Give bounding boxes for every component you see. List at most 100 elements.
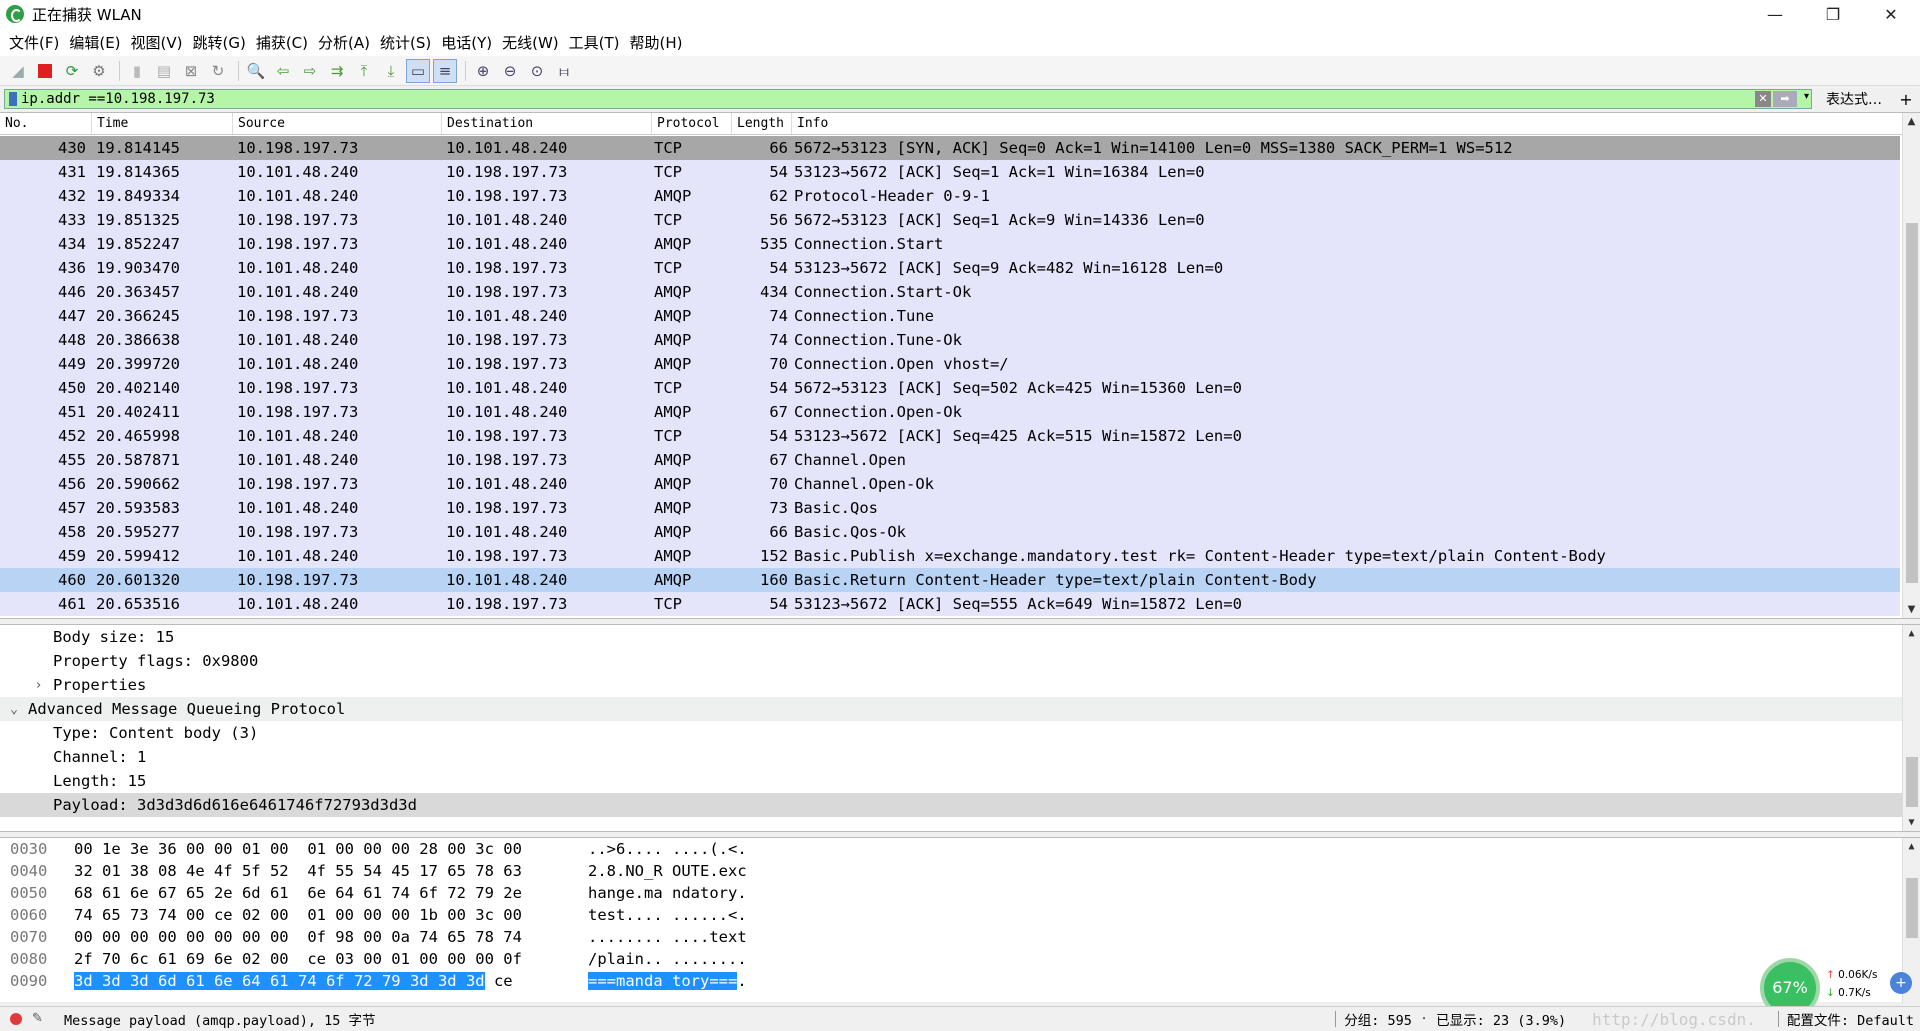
packet-row[interactable]: 460 20.601320 10.198.197.73 10.101.48.240 AM… (0, 568, 1900, 592)
packet-row[interactable]: 433 19.851325 10.198.197.73 10.101.48.240 TC… (0, 208, 1900, 232)
scroll-thumb[interactable] (1906, 757, 1918, 807)
ascii-group-b[interactable]: ....text (672, 928, 747, 946)
detail-tree-item[interactable]: Type: Content body (3) (0, 721, 1920, 745)
zoom-out-icon[interactable]: ⊖ (498, 59, 522, 83)
packet-row[interactable]: 446 20.363457 10.101.48.240 10.198.197.73 AM… (0, 280, 1900, 304)
expert-info-icon[interactable] (10, 1012, 22, 1025)
ascii-group-b[interactable]: ndatory. (672, 884, 747, 902)
resize-columns-icon[interactable]: ⧦ (552, 59, 576, 83)
display-filter-input[interactable]: ip.addr ==10.198.197.73 ✕ ➡ ▾ (4, 89, 1812, 109)
close-button[interactable]: ✕ (1862, 0, 1920, 28)
minimize-button[interactable]: — (1746, 0, 1804, 28)
packet-row[interactable]: 430 19.814145 10.198.197.73 10.101.48.240 TC… (0, 136, 1900, 160)
ascii-highlight-b[interactable]: tory=== (672, 972, 738, 990)
packet-row[interactable]: 455 20.587871 10.101.48.240 10.198.197.73 AM… (0, 448, 1900, 472)
packet-row[interactable]: 451 20.402411 10.198.197.73 10.101.48.240 AM… (0, 400, 1900, 424)
hex-group-b[interactable]: 6e 64 61 74 6f 72 79 2e (307, 884, 522, 902)
packet-row[interactable]: 448 20.386638 10.101.48.240 10.198.197.73 AM… (0, 328, 1900, 352)
bytes-row[interactable]: 0050 68 61 6e 67 65 2e 6d 61 6e 64 61 74 … (0, 882, 1920, 904)
filter-text[interactable]: ip.addr ==10.198.197.73 (21, 91, 215, 107)
profile-label[interactable]: 配置文件: Default (1787, 1009, 1914, 1029)
scroll-down-icon[interactable]: ▼ (1903, 601, 1920, 618)
ascii-group-a[interactable]: ..>6.... (588, 840, 663, 858)
packet-row[interactable]: 459 20.599412 10.101.48.240 10.198.197.73 AM… (0, 544, 1900, 568)
column-header-length[interactable]: Length (732, 113, 792, 134)
ascii-group-b[interactable]: ....(.<. (672, 840, 747, 858)
go-to-packet-icon[interactable]: ⇉ (325, 59, 349, 83)
scroll-thumb[interactable] (1906, 223, 1918, 583)
menu-statistics[interactable]: 统计(S) (380, 32, 431, 53)
packet-row[interactable]: 431 19.814365 10.101.48.240 10.198.197.73 TC… (0, 160, 1900, 184)
packet-row[interactable]: 452 20.465998 10.101.48.240 10.198.197.73 TC… (0, 424, 1900, 448)
detail-tree-item[interactable]: ⌄ Advanced Message Queueing Protocol (0, 697, 1920, 721)
zoom-in-icon[interactable]: ⊕ (471, 59, 495, 83)
detail-tree-item[interactable]: › Properties (0, 673, 1920, 697)
ascii-group-a[interactable]: hange.ma (588, 884, 663, 902)
menu-telephony[interactable]: 电话(Y) (441, 32, 492, 53)
ascii-group-a[interactable]: test.... (588, 906, 663, 924)
packet-row[interactable]: 449 20.399720 10.101.48.240 10.198.197.73 AM… (0, 352, 1900, 376)
menu-view[interactable]: 视图(V) (131, 32, 183, 53)
menu-file[interactable]: 文件(F) (9, 32, 59, 53)
packet-row[interactable]: 447 20.366245 10.198.197.73 10.101.48.240 AM… (0, 304, 1900, 328)
detail-tree-item[interactable]: Length: 15 (0, 769, 1920, 793)
hex-group-b[interactable]: 01 00 00 00 28 00 3c 00 (307, 840, 522, 858)
autoscroll-icon[interactable]: ▭ (406, 58, 430, 83)
byte-ascii[interactable]: ===manda tory===. (568, 972, 747, 990)
apply-filter-icon[interactable]: ➡ (1773, 91, 1797, 107)
go-first-icon[interactable]: ⤒ (352, 59, 376, 83)
ascii-highlight-a[interactable]: ===manda (588, 972, 663, 990)
menu-edit[interactable]: 编辑(E) (69, 32, 120, 53)
scroll-up-icon[interactable]: ▲ (1903, 113, 1920, 130)
zoom-reset-icon[interactable]: ⊙ (525, 59, 549, 83)
detail-tree-item[interactable]: Body size: 15 (0, 625, 1920, 649)
menu-wireless[interactable]: 无线(W) (502, 32, 559, 53)
ascii-group-b[interactable]: OUTE.exc (672, 862, 747, 880)
scroll-thumb[interactable] (1906, 878, 1918, 938)
hex-highlight-b[interactable]: 74 6f 72 79 3d 3d 3d (297, 972, 485, 990)
ascii-group-a[interactable]: 2.8.NO_R (588, 862, 663, 880)
colorize-icon[interactable]: ≡ (433, 58, 457, 83)
ascii-group-a[interactable]: ........ (588, 928, 663, 946)
bytes-row[interactable]: 0040 32 01 38 08 4e 4f 5f 52 4f 55 54 45 … (0, 860, 1920, 882)
detail-tree-item[interactable]: Property flags: 0x9800 (0, 649, 1920, 673)
column-header-time[interactable]: Time (92, 113, 233, 134)
bytes-row-highlighted[interactable]: 0090 3d 3d 3d 6d 61 6e 64 61 74 6f 72 79… (0, 970, 1920, 992)
ascii-group-b[interactable]: ......<. (672, 906, 747, 924)
restart-capture-icon[interactable]: ⟳ (60, 59, 84, 83)
menu-capture[interactable]: 捕获(C) (256, 32, 308, 53)
go-last-icon[interactable]: ⤓ (379, 59, 403, 83)
byte-hex[interactable]: 32 01 38 08 4e 4f 5f 52 4f 55 54 45 17 6… (64, 862, 568, 880)
hex-group-a[interactable]: 68 61 6e 67 65 2e 6d 61 (74, 884, 289, 902)
hex-group-b[interactable]: 0f 98 00 0a 74 65 78 74 (307, 928, 522, 946)
hex-group-b[interactable]: 01 00 00 00 1b 00 3c 00 (307, 906, 522, 924)
hex-group-a[interactable]: 74 65 73 74 00 ce 02 00 (74, 906, 289, 924)
packet-row[interactable]: 450 20.402140 10.198.197.73 10.101.48.240 TC… (0, 376, 1900, 400)
byte-ascii[interactable]: ........ ....text (568, 928, 747, 946)
byte-ascii[interactable]: hange.ma ndatory. (568, 884, 747, 902)
scroll-down-icon[interactable]: ▼ (1903, 814, 1920, 831)
close-file-icon[interactable]: ⊠ (179, 59, 203, 83)
packet-row[interactable]: 461 20.653516 10.101.48.240 10.198.197.73 TC… (0, 592, 1900, 616)
detail-tree-item[interactable]: Channel: 1 (0, 745, 1920, 769)
hex-group-b[interactable]: 4f 55 54 45 17 65 78 63 (307, 862, 522, 880)
column-header-destination[interactable]: Destination (442, 113, 652, 134)
bytes-row[interactable]: 0060 74 65 73 74 00 ce 02 00 01 00 00 00 … (0, 904, 1920, 926)
packet-row[interactable]: 457 20.593583 10.101.48.240 10.198.197.73 AM… (0, 496, 1900, 520)
packet-row[interactable]: 456 20.590662 10.198.197.73 10.101.48.240 AM… (0, 472, 1900, 496)
reload-file-icon[interactable]: ↻ (206, 59, 230, 83)
byte-hex[interactable]: 00 00 00 00 00 00 00 00 0f 98 00 0a 74 6… (64, 928, 568, 946)
start-capture-icon[interactable]: ◢ (6, 59, 30, 83)
hex-tail[interactable]: ce (494, 972, 513, 990)
byte-hex[interactable]: 3d 3d 3d 6d 61 6e 64 61 74 6f 72 79 3d 3… (64, 972, 568, 990)
hex-group-b[interactable]: ce 03 00 01 00 00 00 0f (307, 950, 522, 968)
clear-filter-icon[interactable]: ✕ (1755, 91, 1771, 107)
expression-button[interactable]: 表达式… (1812, 89, 1896, 109)
open-file-icon[interactable]: ▮ (125, 59, 149, 83)
edit-comment-icon[interactable]: ✎ (32, 1011, 46, 1026)
bytes-row[interactable]: 0080 2f 70 6c 61 69 6e 02 00 ce 03 00 01 … (0, 948, 1920, 970)
ascii-group-b[interactable]: ........ (672, 950, 747, 968)
byte-ascii[interactable]: ..>6.... ....(.<. (568, 840, 747, 858)
column-header-source[interactable]: Source (233, 113, 442, 134)
bytes-row[interactable]: 0030 00 1e 3e 36 00 00 01 00 01 00 00 00 … (0, 838, 1920, 860)
